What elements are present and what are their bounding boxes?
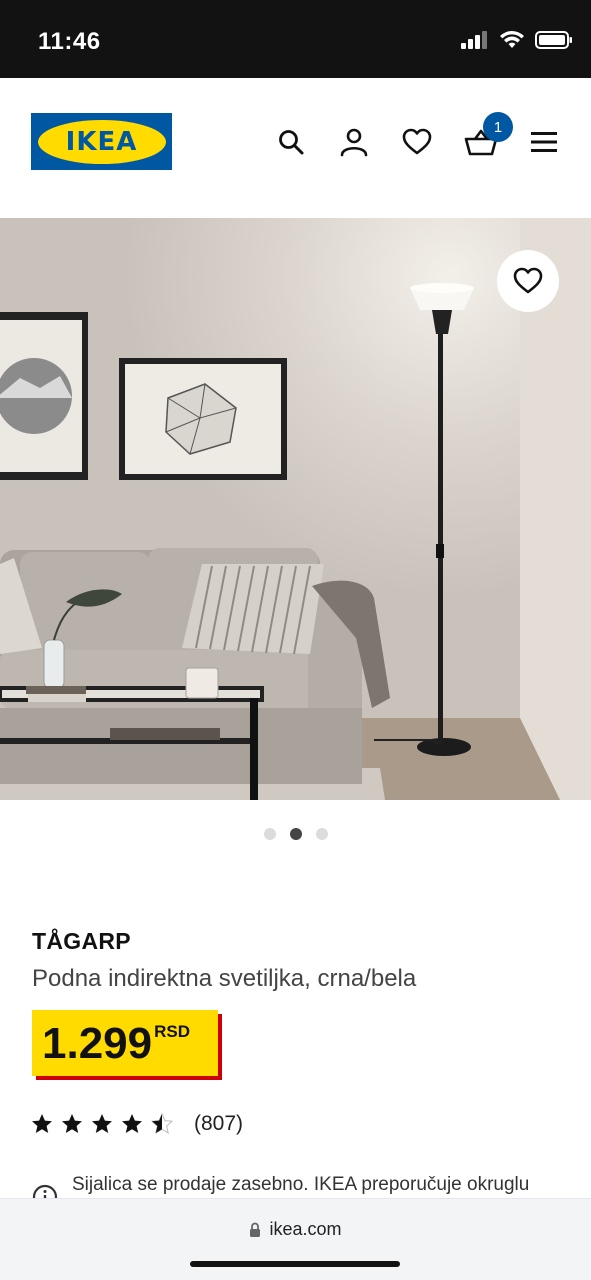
cart-button[interactable]: 1 — [461, 112, 513, 162]
carousel-dot[interactable] — [315, 828, 328, 840]
product-name: TÅGARP — [32, 928, 131, 954]
account-icon — [340, 128, 368, 157]
carousel-dot-active[interactable] — [289, 828, 302, 840]
lock-icon — [250, 1222, 261, 1237]
living-room-photo — [0, 218, 591, 800]
status-time: 11:46 — [38, 28, 101, 55]
price-value: 1.299 — [42, 1019, 153, 1068]
bulb-note: Sijalica se prodaje zasebno. IKEA prepor… — [72, 1174, 530, 1195]
review-count[interactable]: (807) — [194, 1112, 243, 1136]
product-rating[interactable]: (807) — [30, 1112, 243, 1136]
carousel-dots — [0, 828, 591, 840]
carousel-dot[interactable] — [263, 828, 276, 840]
favorites-button[interactable] — [397, 122, 437, 162]
home-indicator[interactable] — [190, 1261, 400, 1267]
heart-icon — [513, 267, 543, 294]
star-full-icon — [92, 1114, 112, 1133]
star-half-icon — [150, 1112, 174, 1135]
url-text: ikea.com — [269, 1219, 342, 1239]
ikea-logo[interactable]: IKEA — [31, 113, 172, 170]
battery-icon — [535, 31, 572, 49]
logo-oval: IKEA — [37, 119, 166, 164]
search-icon — [279, 130, 304, 155]
search-button[interactable] — [271, 122, 311, 162]
cellular-signal-icon — [461, 31, 487, 49]
price-tag: 1.299 RSD — [32, 1010, 218, 1076]
browser-address-bar[interactable]: ikea.com — [0, 1198, 591, 1280]
star-full-icon — [32, 1114, 52, 1133]
favorites-icon — [402, 128, 432, 155]
url-display[interactable]: ikea.com — [0, 1219, 591, 1240]
star-full-icon — [62, 1114, 82, 1133]
cart-count-badge: 1 — [483, 112, 513, 142]
product-description: Podna indirektna svetiljka, crna/bela — [32, 965, 417, 992]
status-bar: 11:46 — [0, 0, 591, 78]
account-button[interactable] — [334, 122, 374, 162]
image-favorite-button[interactable] — [497, 250, 559, 312]
price-currency: RSD — [154, 1022, 191, 1041]
star-full-icon — [122, 1114, 142, 1133]
site-header: IKEA 1 — [0, 78, 591, 218]
wifi-icon — [500, 31, 524, 48]
product-image[interactable] — [0, 218, 591, 800]
status-icons — [461, 30, 573, 50]
logo-text: IKEA — [65, 126, 138, 157]
menu-icon — [531, 132, 557, 152]
menu-button[interactable] — [524, 122, 564, 162]
